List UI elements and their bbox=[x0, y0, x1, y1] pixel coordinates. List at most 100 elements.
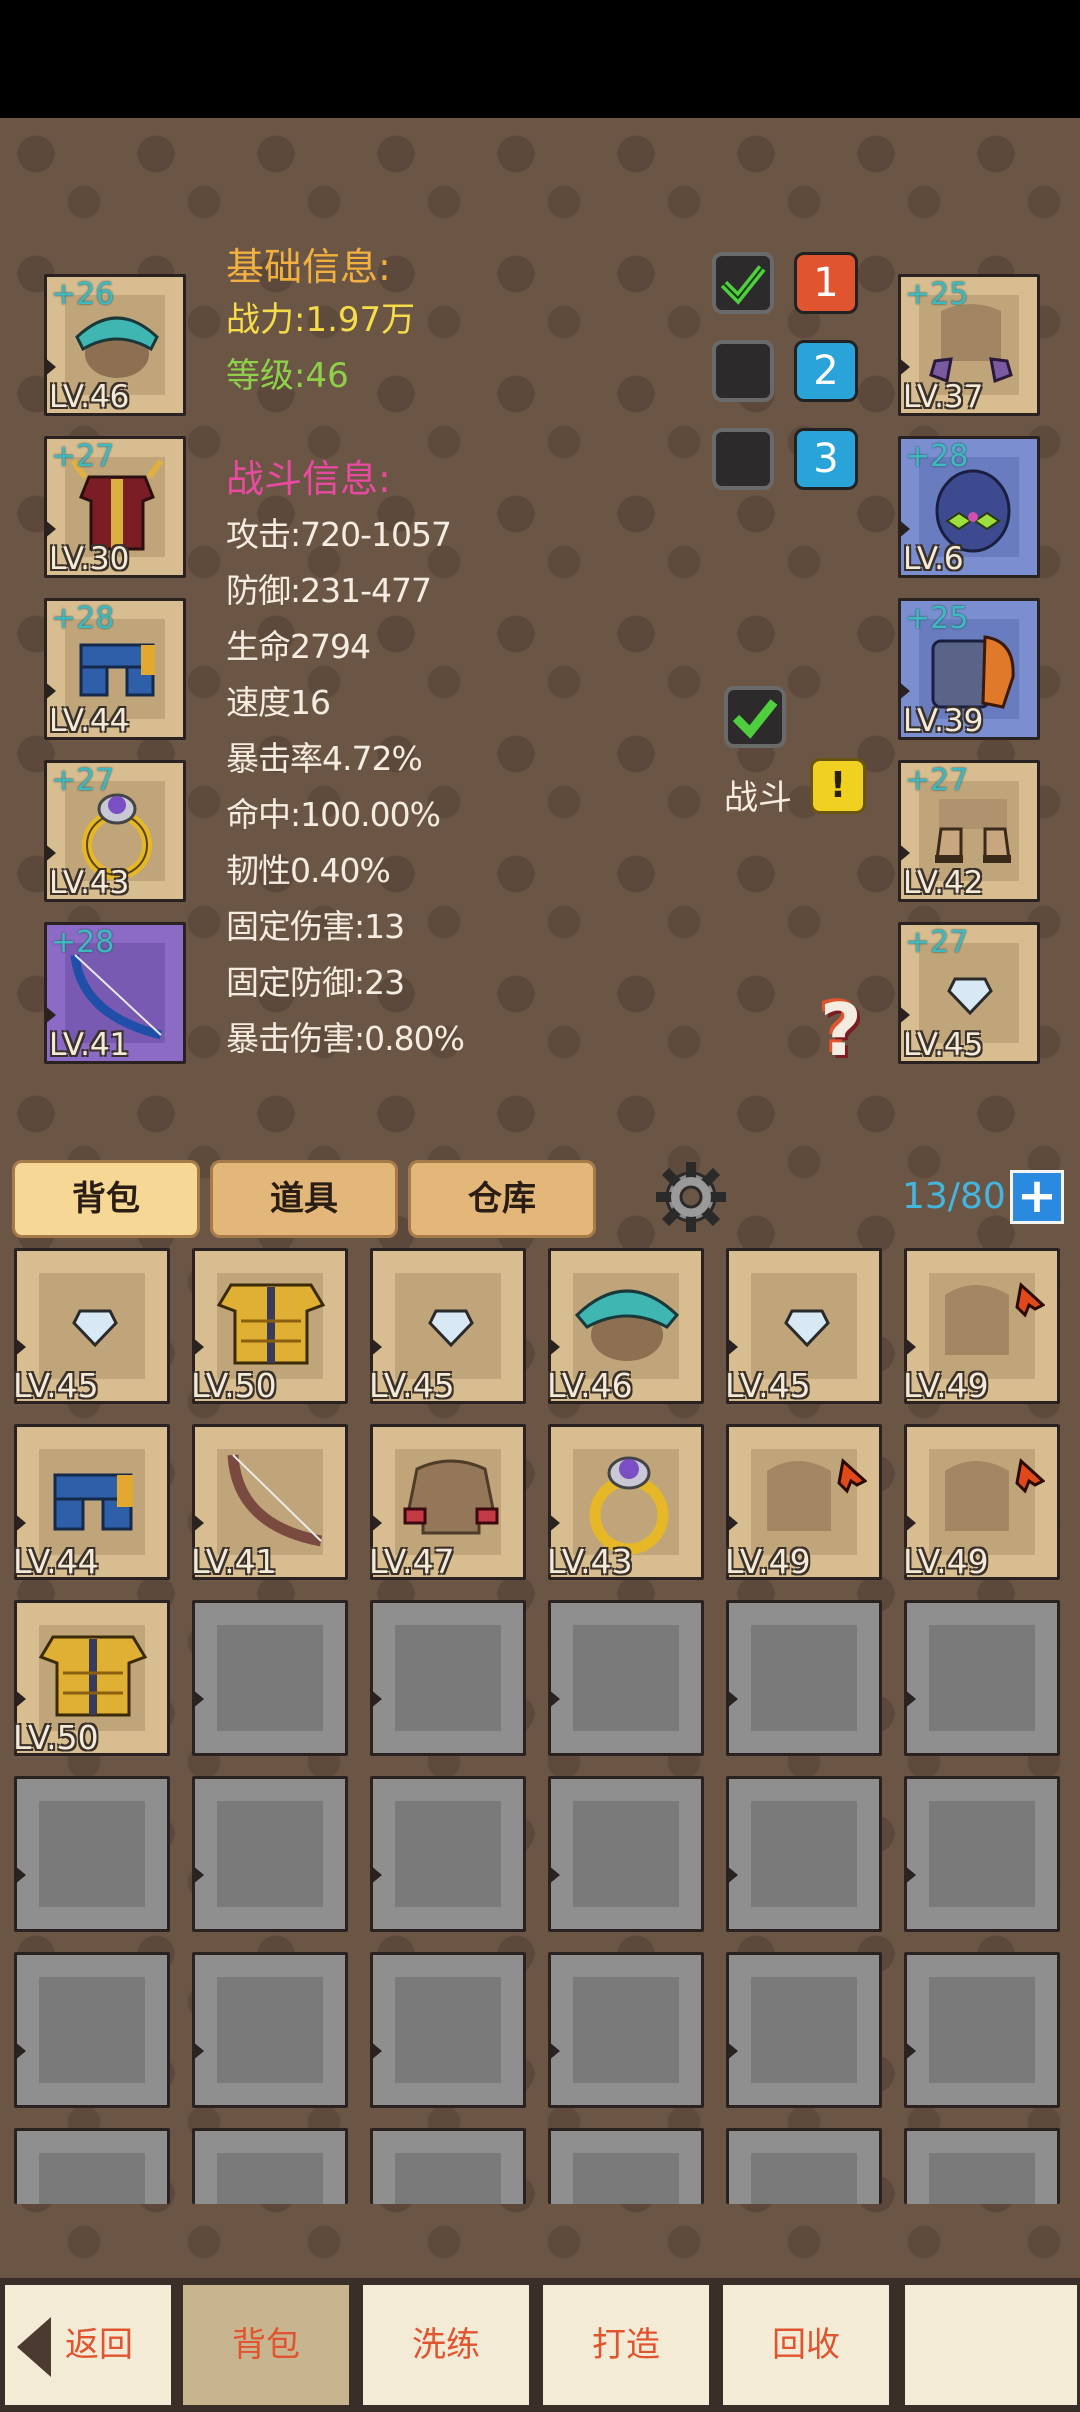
preset-3-checkbox[interactable] bbox=[712, 428, 774, 490]
empty-inventory-slot[interactable] bbox=[370, 1952, 526, 2108]
tab-items[interactable]: 道具 bbox=[210, 1160, 398, 1238]
inventory-slot[interactable]: LV.43 bbox=[547, 1424, 704, 1581]
stat-defense: 防御:231-477 bbox=[226, 571, 432, 610]
empty-inventory-slot[interactable] bbox=[548, 1952, 704, 2108]
empty-inventory-slot[interactable] bbox=[192, 1952, 348, 2108]
gem-icon bbox=[947, 977, 993, 1015]
inventory-slot[interactable]: LV.44 bbox=[13, 1424, 170, 1581]
gloves-icon bbox=[929, 304, 1013, 384]
empty-inventory-slot[interactable] bbox=[192, 1600, 348, 1756]
gold-armor-icon bbox=[38, 1635, 148, 1717]
empty-inventory-slot[interactable] bbox=[14, 2128, 170, 2204]
preset-2-button[interactable]: 2 bbox=[794, 340, 858, 402]
status-bar bbox=[0, 0, 1080, 118]
preset-1-checkbox[interactable] bbox=[712, 252, 774, 314]
inventory-slot[interactable]: LV.45 bbox=[369, 1248, 526, 1405]
equip-slot-body[interactable]: +27 LV.30 bbox=[44, 436, 186, 578]
enhance-level: +25 bbox=[905, 601, 969, 636]
help-button[interactable]: ? bbox=[820, 988, 862, 1072]
inventory-slot[interactable]: LV.50 bbox=[13, 1600, 170, 1757]
empty-inventory-slot[interactable] bbox=[370, 1776, 526, 1932]
preset-3-button[interactable]: 3 bbox=[794, 428, 858, 490]
tab-backpack[interactable]: 背包 bbox=[12, 1160, 200, 1238]
equip-slot-amulet[interactable]: +28 LV.6 bbox=[898, 436, 1040, 578]
enhance-level: +28 bbox=[51, 601, 115, 636]
enhance-level: +27 bbox=[51, 439, 115, 474]
expand-capacity-button[interactable]: + bbox=[1010, 1170, 1064, 1224]
inventory-slot[interactable]: LV.47 bbox=[369, 1424, 526, 1581]
item-level: LV.42 bbox=[903, 865, 984, 901]
enhance-level: +28 bbox=[905, 439, 969, 474]
preset-2-checkbox[interactable] bbox=[712, 340, 774, 402]
enhance-level: +27 bbox=[905, 925, 969, 960]
empty-inventory-slot[interactable] bbox=[192, 1776, 348, 1932]
inventory-slot[interactable]: LV.45 bbox=[13, 1248, 170, 1405]
equip-slot-gloves[interactable]: +25 LV.37 bbox=[898, 274, 1040, 416]
battle-label: 战斗 bbox=[724, 778, 792, 818]
nav-extra[interactable] bbox=[902, 2282, 1080, 2408]
item-level: LV.49 bbox=[725, 1542, 811, 1581]
pants-icon bbox=[53, 1473, 133, 1531]
nav-back-button[interactable]: 返回 bbox=[2, 2282, 174, 2408]
combat-power: 战力:1.97万 bbox=[226, 300, 416, 340]
equip-slot-gem[interactable]: +27 LV.45 bbox=[898, 922, 1040, 1064]
equip-slot-back[interactable]: +25 LV.39 bbox=[898, 598, 1040, 740]
inventory-slot[interactable]: LV.49 bbox=[903, 1248, 1060, 1405]
empty-inventory-slot[interactable] bbox=[548, 2128, 704, 2204]
item-level: LV.41 bbox=[191, 1542, 277, 1581]
equip-slot-weapon[interactable]: +28 LV.41 bbox=[44, 922, 186, 1064]
item-level: LV.45 bbox=[369, 1366, 455, 1405]
gold-armor-icon bbox=[216, 1283, 326, 1365]
inventory-slot[interactable]: LV.46 bbox=[547, 1248, 704, 1405]
inventory-slot[interactable]: LV.45 bbox=[725, 1248, 882, 1405]
empty-inventory-slot[interactable] bbox=[726, 1952, 882, 2108]
empty-inventory-slot[interactable] bbox=[192, 2128, 348, 2204]
empty-inventory-slot[interactable] bbox=[904, 1952, 1060, 2108]
empty-inventory-slot[interactable] bbox=[726, 2128, 882, 2204]
equip-slot-legs[interactable]: +28 LV.44 bbox=[44, 598, 186, 740]
inventory-slot[interactable]: LV.50 bbox=[191, 1248, 348, 1405]
wing-armor-icon bbox=[767, 1458, 867, 1531]
stat-hp: 生命2794 bbox=[226, 627, 371, 666]
battle-checkbox[interactable] bbox=[724, 686, 786, 748]
empty-inventory-slot[interactable] bbox=[904, 1776, 1060, 1932]
empty-inventory-slot[interactable] bbox=[726, 1776, 882, 1932]
item-level: LV.43 bbox=[49, 865, 130, 901]
preset-1-button[interactable]: 1 bbox=[794, 252, 858, 314]
item-level: LV.37 bbox=[903, 379, 984, 415]
item-level: LV.49 bbox=[903, 1366, 989, 1405]
empty-inventory-slot[interactable] bbox=[726, 1600, 882, 1756]
nav-back-label: 返回 bbox=[65, 2325, 133, 2365]
inventory-capacity: 13/80 bbox=[902, 1176, 1006, 1217]
equip-slot-ring[interactable]: +27 LV.43 bbox=[44, 760, 186, 902]
equip-slot-feet[interactable]: +27 LV.42 bbox=[898, 760, 1040, 902]
combat-info-title: 战斗信息: bbox=[226, 457, 391, 501]
empty-inventory-slot[interactable] bbox=[370, 2128, 526, 2204]
item-level: LV.49 bbox=[903, 1542, 989, 1581]
stat-toughness: 韧性0.40% bbox=[226, 851, 391, 890]
empty-inventory-slot[interactable] bbox=[370, 1600, 526, 1756]
nav-forge[interactable]: 打造 bbox=[540, 2282, 712, 2408]
empty-inventory-slot[interactable] bbox=[904, 1600, 1060, 1756]
empty-inventory-slot[interactable] bbox=[904, 2128, 1060, 2204]
nav-backpack[interactable]: 背包 bbox=[180, 2282, 352, 2408]
tab-warehouse[interactable]: 仓库 bbox=[408, 1160, 596, 1238]
gear-icon[interactable] bbox=[656, 1162, 726, 1232]
nav-refine[interactable]: 洗练 bbox=[360, 2282, 532, 2408]
empty-inventory-slot[interactable] bbox=[548, 1600, 704, 1756]
enhance-level: +26 bbox=[51, 277, 115, 312]
checkmark-icon bbox=[720, 265, 766, 305]
nav-recycle[interactable]: 回收 bbox=[720, 2282, 892, 2408]
empty-inventory-slot[interactable] bbox=[14, 1952, 170, 2108]
stat-crit-damage: 暴击伤害:0.80% bbox=[226, 1019, 465, 1058]
inventory-slot[interactable]: LV.49 bbox=[725, 1424, 882, 1581]
equip-slot-head[interactable]: +26 LV.46 bbox=[44, 274, 186, 416]
inventory-slot[interactable]: LV.41 bbox=[191, 1424, 348, 1581]
empty-inventory-slot[interactable] bbox=[14, 1776, 170, 1932]
item-level: LV.46 bbox=[547, 1366, 633, 1405]
enhance-level: +27 bbox=[51, 763, 115, 798]
empty-inventory-slot[interactable] bbox=[548, 1776, 704, 1932]
inventory-slot[interactable]: LV.49 bbox=[903, 1424, 1060, 1581]
item-level: LV.45 bbox=[903, 1027, 984, 1063]
battle-alert-button[interactable]: ! bbox=[810, 758, 866, 814]
